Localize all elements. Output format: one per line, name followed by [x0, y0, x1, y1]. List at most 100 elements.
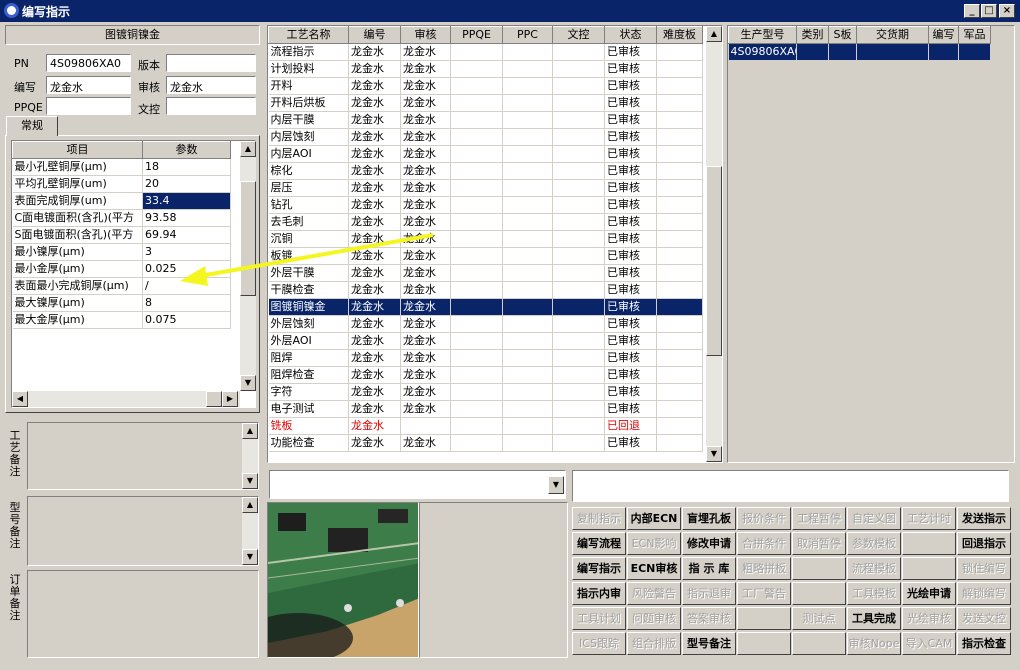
process-row[interactable]: 开料 龙金水 龙金水 已审核	[268, 77, 703, 95]
scroll-up-icon[interactable]: ▲	[706, 26, 722, 42]
process-header[interactable]: 状态	[604, 26, 657, 44]
action-button[interactable]: 工具计划	[572, 607, 626, 630]
action-button[interactable]: 型号备注	[682, 632, 736, 655]
param-row[interactable]: 最小镍厚(μm) 3	[12, 243, 231, 261]
action-button[interactable]: 参数模板	[847, 532, 901, 555]
param-row[interactable]: 最大金厚(μm) 0.075	[12, 311, 231, 329]
process-notes-field[interactable]: ▲ ▼	[27, 422, 259, 490]
action-button[interactable]: 测试点	[792, 607, 846, 630]
process-row[interactable]: 钻孔 龙金水 龙金水 已审核	[268, 196, 703, 214]
param-value[interactable]: 20	[142, 175, 231, 193]
process-row[interactable]: 内层干膜 龙金水 龙金水 已审核	[268, 111, 703, 129]
scroll-down-icon[interactable]: ▼	[240, 375, 256, 391]
scroll-down-icon[interactable]: ▼	[242, 549, 258, 565]
action-button[interactable]: 内部ECN	[627, 507, 681, 530]
param-row[interactable]: 最小孔壁铜厚(μm) 18	[12, 158, 231, 176]
action-button[interactable]	[737, 632, 791, 655]
action-button[interactable]: 风险警告	[627, 582, 681, 605]
action-button[interactable]: 发送指示	[957, 507, 1011, 530]
writer-field[interactable]: 龙金水	[46, 76, 131, 94]
action-button[interactable]: 修改申请	[682, 532, 736, 555]
process-row[interactable]: 流程指示 龙金水 龙金水 已审核	[268, 43, 703, 61]
process-row[interactable]: 电子测试 龙金水 龙金水 已审核	[268, 400, 703, 418]
action-button[interactable]: 粗略拼板	[737, 557, 791, 580]
param-value[interactable]: 93.58	[142, 209, 231, 227]
process-dropdown[interactable]: ▼	[269, 470, 566, 499]
action-button[interactable]: 解锁编写	[957, 582, 1011, 605]
action-button[interactable]: 审核Nope	[847, 632, 901, 655]
scroll-thumb[interactable]	[706, 166, 722, 356]
orders-header[interactable]: S板	[828, 26, 857, 44]
process-row[interactable]: 计划投料 龙金水 龙金水 已审核	[268, 60, 703, 78]
process-header[interactable]: PPQE	[450, 26, 503, 44]
action-button[interactable]: ECN影响	[627, 532, 681, 555]
pn-field[interactable]: 4S09806XA0	[46, 54, 131, 72]
process-row[interactable]: 字符 龙金水 龙金水 已审核	[268, 383, 703, 401]
action-button[interactable]: 答案审核	[682, 607, 736, 630]
param-row[interactable]: 表面最小完成铜厚(μm) /	[12, 277, 231, 295]
action-button[interactable]: 指 示 库	[682, 557, 736, 580]
params-vscroll[interactable]: ▲ ▼	[240, 141, 256, 391]
action-button[interactable]: 发送文控	[957, 607, 1011, 630]
action-button[interactable]: 工程暂停	[792, 507, 846, 530]
version-field[interactable]	[166, 54, 256, 72]
scroll-down-icon[interactable]: ▼	[242, 473, 258, 489]
action-button[interactable]: 工具模板	[847, 582, 901, 605]
action-button[interactable]: 自定义图	[847, 507, 901, 530]
action-button[interactable]: 合拼条件	[737, 532, 791, 555]
process-header[interactable]: 审核	[400, 26, 451, 44]
process-row[interactable]: 外层干膜 龙金水 龙金水 已审核	[268, 264, 703, 282]
process-row[interactable]: 内层AOI 龙金水 龙金水 已审核	[268, 145, 703, 163]
ppqe-field[interactable]	[46, 97, 131, 115]
process-row[interactable]: 外层AOI 龙金水 龙金水 已审核	[268, 332, 703, 350]
maximize-button[interactable]: □	[981, 4, 997, 18]
param-row[interactable]: 表面完成铜厚(um) 33.4	[12, 192, 231, 210]
param-value[interactable]: 33.4	[142, 192, 231, 210]
wenkong-field[interactable]	[166, 97, 256, 115]
action-button[interactable]: 工具完成	[847, 607, 901, 630]
action-button[interactable]	[792, 557, 846, 580]
command-input[interactable]	[572, 470, 1009, 502]
process-row[interactable]: 干膜检查 龙金水 龙金水 已审核	[268, 281, 703, 299]
close-button[interactable]: ×	[999, 4, 1015, 18]
action-button[interactable]: 报价条件	[737, 507, 791, 530]
action-button[interactable]: 回退指示	[957, 532, 1011, 555]
process-row[interactable]: 沉铜 龙金水 龙金水 已审核	[268, 230, 703, 248]
process-row[interactable]: 铣板 龙金水 已回退	[268, 417, 703, 435]
process-row[interactable]: 层压 龙金水 龙金水 已审核	[268, 179, 703, 197]
chevron-down-icon[interactable]: ▼	[548, 476, 564, 494]
action-button[interactable]: 问题审核	[627, 607, 681, 630]
param-value[interactable]: 0.075	[142, 311, 231, 329]
hscroll-thumb[interactable]	[206, 391, 222, 407]
param-row[interactable]: 平均孔壁铜厚(um) 20	[12, 175, 231, 193]
process-row[interactable]: 图镀铜镍金 龙金水 龙金水 已审核	[268, 298, 703, 316]
process-row[interactable]: 去毛刺 龙金水 龙金水 已审核	[268, 213, 703, 231]
params-hscroll[interactable]: ◀ ▶	[12, 391, 240, 407]
action-button[interactable]: 锁住编写	[957, 557, 1011, 580]
process-row[interactable]: 功能检查 龙金水 龙金水 已审核	[268, 434, 703, 452]
action-button[interactable]: 组合排版	[627, 632, 681, 655]
action-button[interactable]: ECN审核	[627, 557, 681, 580]
scroll-up-icon[interactable]: ▲	[240, 141, 256, 157]
param-header-value[interactable]: 参数	[142, 141, 231, 159]
scroll-left-icon[interactable]: ◀	[12, 391, 28, 407]
param-value[interactable]: 69.94	[142, 226, 231, 244]
param-value[interactable]: 3	[142, 243, 231, 261]
process-row[interactable]: 板镀 龙金水 龙金水 已审核	[268, 247, 703, 265]
param-row[interactable]: C面电镀面积(含孔)(平方 93.58	[12, 209, 231, 227]
process-header[interactable]: PPC	[502, 26, 553, 44]
scroll-up-icon[interactable]: ▲	[242, 497, 258, 513]
action-button[interactable]: ICS跟踪	[572, 632, 626, 655]
action-button[interactable]: 工艺计时	[902, 507, 956, 530]
process-header[interactable]: 工艺名称	[268, 26, 349, 44]
orders-header[interactable]: 类别	[796, 26, 829, 44]
orders-header[interactable]: 交货期	[856, 26, 929, 44]
action-button[interactable]: 流程模板	[847, 557, 901, 580]
action-button[interactable]: 指示检查	[957, 632, 1011, 655]
orders-header[interactable]: 编写	[928, 26, 959, 44]
model-notes-field[interactable]: ▲ ▼	[27, 496, 259, 566]
process-vscroll[interactable]: ▲ ▼	[706, 26, 722, 462]
action-button[interactable]: 导入CAM	[902, 632, 956, 655]
param-row[interactable]: S面电镀面积(含孔)(平方 69.94	[12, 226, 231, 244]
action-button[interactable]	[792, 582, 846, 605]
